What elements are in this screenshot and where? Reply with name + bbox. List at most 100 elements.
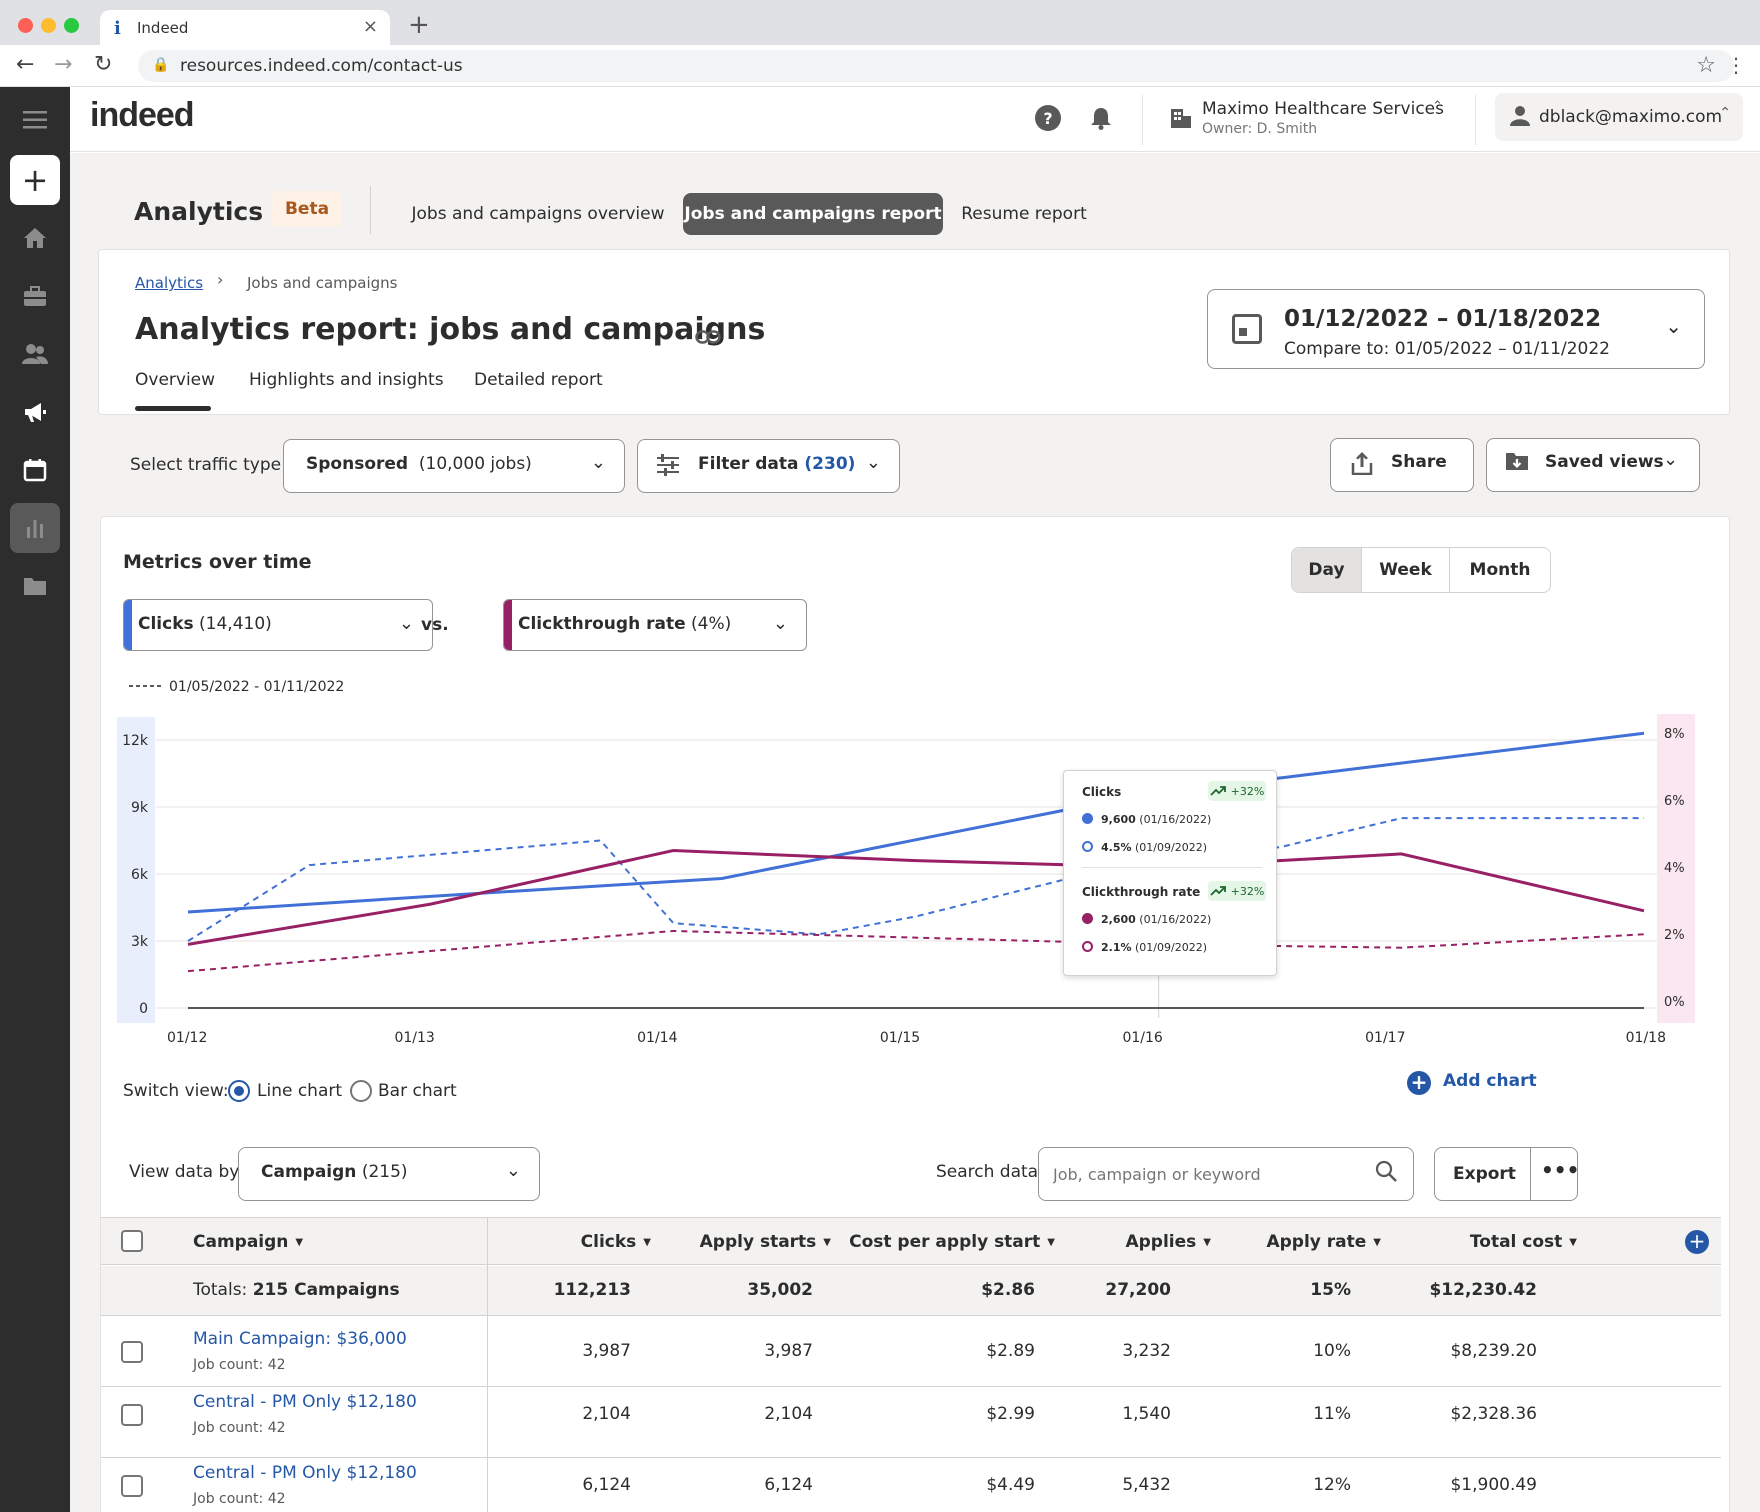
tooltip-clicks-badge: +32% <box>1208 781 1266 801</box>
search-input[interactable] <box>1053 1160 1353 1188</box>
search-field[interactable] <box>1038 1147 1414 1201</box>
search-icon[interactable] <box>1375 1160 1397 1188</box>
tab-jobs-campaigns-overview[interactable]: Jobs and campaigns overview <box>412 193 665 235</box>
minimize-window-button[interactable] <box>41 18 56 33</box>
chevron-down-icon: ⌄ <box>772 613 788 634</box>
user-account-button[interactable]: dblack@maximo.com ⌃ <box>1495 93 1743 141</box>
close-tab-icon[interactable]: × <box>363 16 378 37</box>
back-icon[interactable]: ← <box>16 54 34 76</box>
url-text: resources.indeed.com/contact-us <box>180 56 463 76</box>
campaign-link[interactable]: Central - PM Only $12,180 <box>193 1392 417 1412</box>
more-options-icon[interactable]: ••• <box>1541 1158 1579 1182</box>
header-divider <box>1475 95 1476 145</box>
add-chart-label: Add chart <box>1443 1071 1537 1091</box>
user-email: dblack@maximo.com <box>1539 107 1723 127</box>
line-chart-radio[interactable] <box>228 1080 250 1102</box>
add-chart-button[interactable]: + Add chart <box>1407 1071 1537 1095</box>
campaign-link[interactable]: Central - PM Only $12,180 <box>193 1463 417 1483</box>
subtab-overview[interactable]: Overview <box>135 370 215 390</box>
subtab-highlights-insights[interactable]: Highlights and insights <box>249 370 444 390</box>
saved-views-label: Saved views <box>1545 452 1664 472</box>
cell-clicks: 2,104 <box>582 1404 631 1424</box>
add-column-button[interactable]: + <box>1685 1230 1709 1254</box>
url-field[interactable]: 🔒 resources.indeed.com/contact-us ☆ <box>138 50 1734 82</box>
traffic-type-value: Sponsored <box>306 454 409 474</box>
analytics-icon[interactable] <box>10 503 60 553</box>
line-chart-label[interactable]: Line chart <box>257 1081 342 1101</box>
col-apply-rate-label: Apply rate <box>1266 1232 1367 1252</box>
traffic-type-select[interactable]: Sponsored (10,000 jobs) ⌄ <box>283 439 625 493</box>
tooltip-clicks-current-value: 9,600 <box>1101 813 1136 826</box>
breadcrumb-analytics-link[interactable]: Analytics <box>135 274 203 292</box>
tooltip-ctr-current: 2,600 (01/16/2022) <box>1082 913 1211 926</box>
share-button[interactable]: Share <box>1330 438 1474 492</box>
bar-chart-radio[interactable] <box>350 1080 372 1102</box>
cell-apply-rate: 10% <box>1313 1341 1351 1361</box>
saved-views-button[interactable]: Saved views ⌄ <box>1486 438 1700 492</box>
calendar-icon[interactable] <box>10 445 60 495</box>
home-icon[interactable] <box>10 213 60 263</box>
maximize-window-button[interactable] <box>64 18 79 33</box>
copy-link-icon[interactable] <box>695 322 721 350</box>
forward-icon[interactable]: → <box>54 54 72 76</box>
metric-a-select[interactable]: Clicks (14,410) ⌄ <box>123 599 433 651</box>
select-all-checkbox[interactable] <box>121 1230 143 1252</box>
subtab-detailed-report[interactable]: Detailed report <box>474 370 603 390</box>
campaigns-megaphone-icon[interactable] <box>10 387 60 437</box>
browser-tab[interactable]: i Indeed × <box>100 10 390 45</box>
col-applies-label: Applies <box>1125 1232 1197 1252</box>
export-button[interactable]: Export <box>1453 1164 1516 1184</box>
date-range-picker[interactable]: 01/12/2022 – 01/18/2022 Compare to: 01/0… <box>1207 289 1705 369</box>
folder-icon[interactable] <box>10 561 60 611</box>
help-icon[interactable]: ? <box>1035 105 1061 131</box>
cell-total-cost: $1,900.49 <box>1450 1475 1537 1495</box>
col-apply-rate[interactable]: Apply rate ▼ <box>1201 1232 1381 1252</box>
create-new-button[interactable]: + <box>10 155 60 205</box>
totals-cost-per-apply-start: $2.86 <box>981 1280 1035 1300</box>
app-header: indeed ? Maximo Healthcare Services ⌃ Ow… <box>70 87 1760 152</box>
close-window-button[interactable] <box>18 18 33 33</box>
notifications-bell-icon[interactable] <box>1088 105 1114 131</box>
hamburger-menu-icon[interactable] <box>10 95 60 145</box>
filter-data-button[interactable]: Filter data (230) ⌄ <box>637 439 900 493</box>
bar-chart-label[interactable]: Bar chart <box>378 1081 457 1101</box>
col-cost-per-apply-start[interactable]: Cost per apply start ▼ <box>781 1232 1055 1252</box>
clicks-dot-icon <box>1082 813 1093 824</box>
table-column-divider <box>487 1217 488 1512</box>
jobs-briefcase-icon[interactable] <box>10 271 60 321</box>
cell-apply-starts: 6,124 <box>764 1475 813 1495</box>
new-tab-icon[interactable]: + <box>408 12 430 38</box>
traffic-type-count: (10,000 jobs) <box>418 454 532 474</box>
browser-tab-bar: i Indeed × + <box>0 0 1760 45</box>
period-week-button[interactable]: Week <box>1362 548 1450 592</box>
col-applies[interactable]: Applies ▼ <box>1041 1232 1211 1252</box>
reload-icon[interactable]: ↻ <box>94 54 112 76</box>
col-cost-label: Cost per apply start <box>849 1232 1041 1252</box>
col-total-cost[interactable]: Total cost ▼ <box>1381 1232 1577 1252</box>
row-checkbox[interactable] <box>121 1404 143 1426</box>
cell-apply-starts: 3,987 <box>764 1341 813 1361</box>
tab-jobs-campaigns-report[interactable]: Jobs and campaigns report <box>683 193 943 235</box>
browser-menu-icon[interactable]: ⋮ <box>1726 53 1746 77</box>
period-toggle: Day Week Month <box>1291 547 1551 593</box>
col-campaign[interactable]: Campaign ▼ <box>193 1232 303 1252</box>
chevron-down-icon: ⌄ <box>590 452 606 473</box>
tooltip-clicks-prev-value: 4.5% <box>1101 841 1132 854</box>
tooltip-ctr-change: +32% <box>1230 884 1265 898</box>
indeed-favicon-icon: i <box>114 18 121 39</box>
period-month-button[interactable]: Month <box>1450 548 1550 592</box>
candidates-icon[interactable] <box>10 329 60 379</box>
tab-resume-report[interactable]: Resume report <box>956 193 1092 235</box>
period-day-button[interactable]: Day <box>1292 548 1362 592</box>
row-checkbox[interactable] <box>121 1341 143 1363</box>
view-data-by-select[interactable]: Campaign (215) ⌄ <box>238 1147 540 1201</box>
totals-apply-rate: 15% <box>1310 1280 1351 1300</box>
company-name: Maximo Healthcare Services <box>1202 99 1444 119</box>
bookmark-star-icon[interactable]: ☆ <box>1696 53 1716 78</box>
cell-cost-per-apply-start: $4.49 <box>986 1475 1035 1495</box>
row-checkbox[interactable] <box>121 1475 143 1497</box>
cell-cost-per-apply-start: $2.99 <box>986 1404 1035 1424</box>
campaign-link[interactable]: Main Campaign: $36,000 <box>193 1329 407 1349</box>
indeed-logo[interactable]: indeed <box>90 96 195 135</box>
metric-b-select[interactable]: Clickthrough rate (4%) ⌄ <box>503 599 807 651</box>
